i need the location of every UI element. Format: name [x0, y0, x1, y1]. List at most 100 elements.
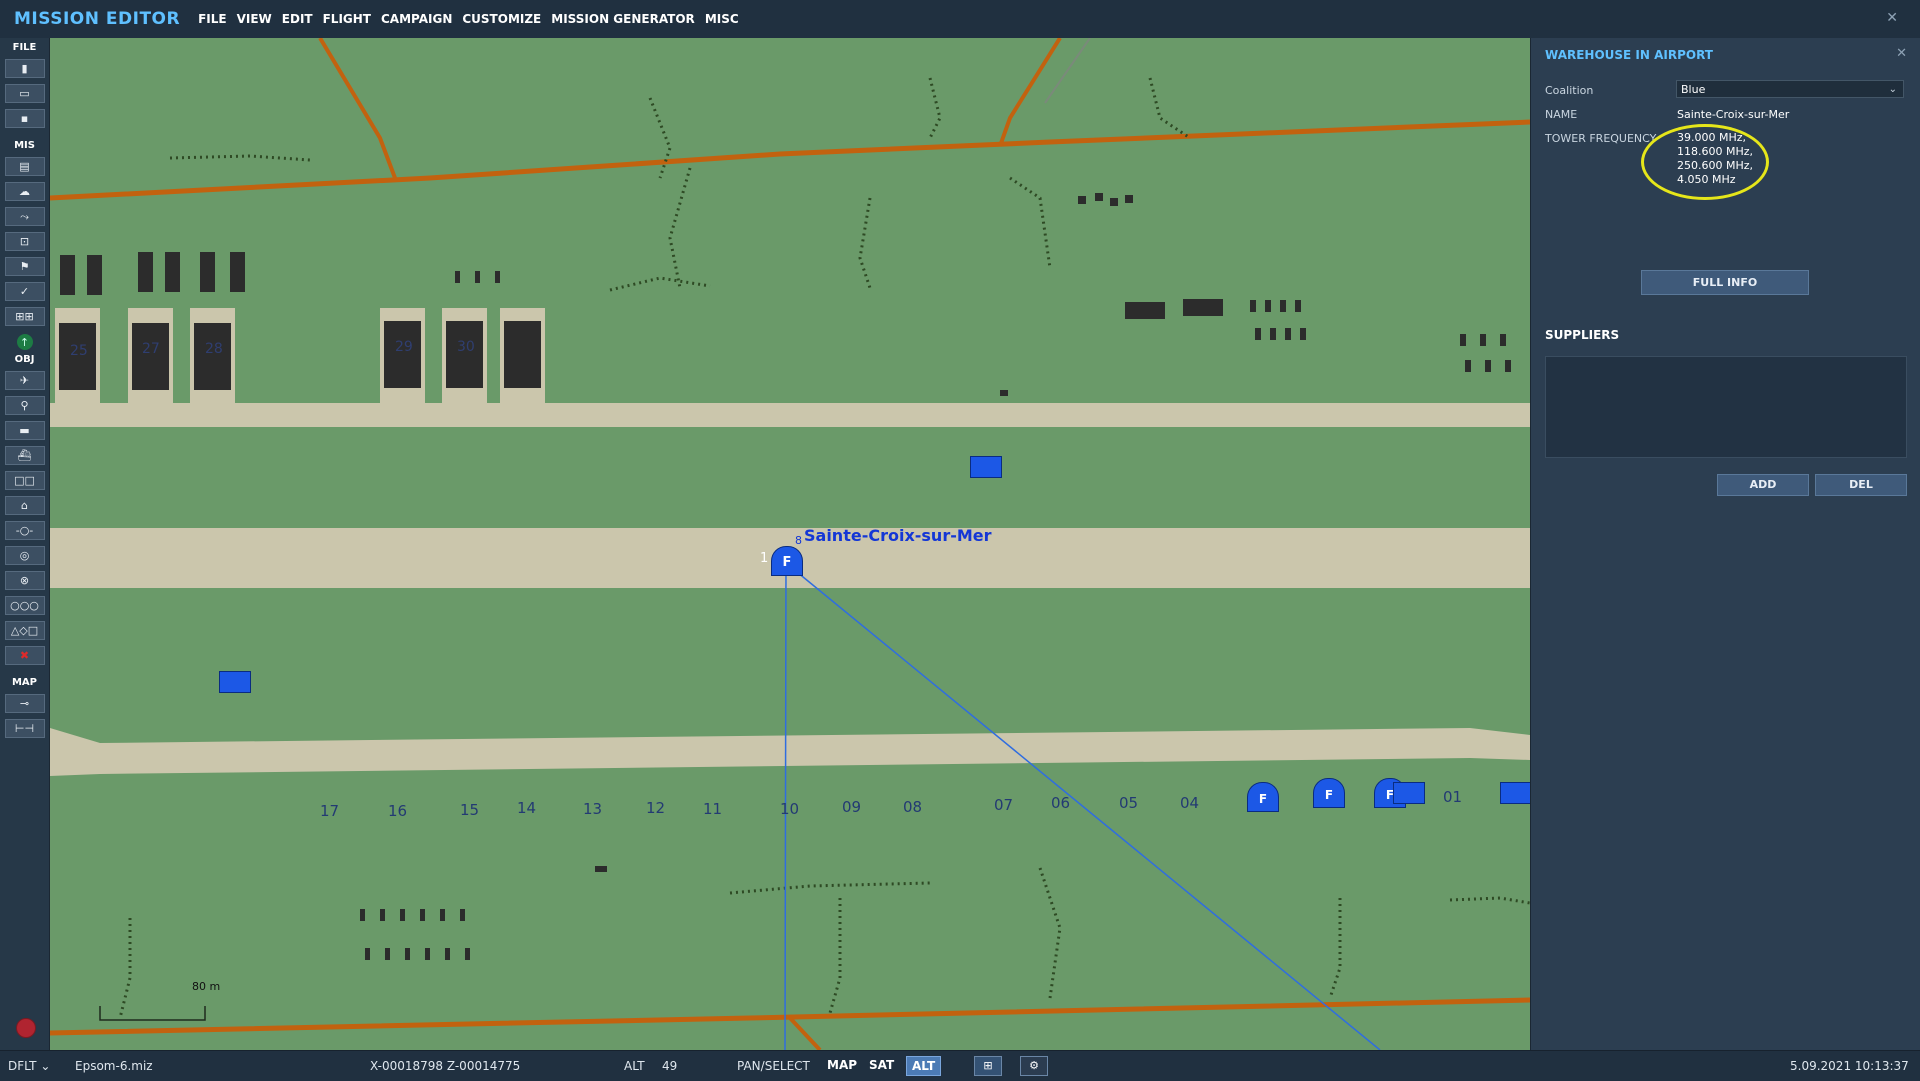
- ruler-button[interactable]: ⊢⊣: [4, 719, 45, 738]
- map-toggle[interactable]: MAP: [822, 1056, 862, 1074]
- menu-flight[interactable]: FLIGHT: [323, 12, 371, 26]
- panel-close-icon[interactable]: ✕: [1896, 46, 1907, 61]
- building: [200, 252, 215, 292]
- menu-view[interactable]: VIEW: [237, 12, 272, 26]
- profile-select[interactable]: DFLT ⌄: [8, 1059, 50, 1073]
- record-icon[interactable]: [16, 1018, 36, 1038]
- parking-marker[interactable]: F: [1247, 782, 1279, 812]
- cursor-coordinates: X-00018798 Z-00014775: [370, 1059, 521, 1073]
- add-ship-button[interactable]: ⛴: [4, 446, 45, 465]
- static-icon: □□: [14, 474, 35, 487]
- add-zone-button[interactable]: -○-: [4, 521, 45, 540]
- suppliers-title: SUPPLIERS: [1545, 328, 1620, 342]
- key-icon: ⊸: [19, 697, 30, 710]
- full-info-button[interactable]: FULL INFO: [1641, 270, 1809, 295]
- menu-file[interactable]: FILE: [198, 12, 227, 26]
- airfield-marker[interactable]: F: [771, 546, 803, 576]
- hangar-number: 30: [457, 339, 475, 355]
- scale-label: 80 m: [192, 980, 221, 993]
- add-ground-unit-button[interactable]: ▬: [4, 421, 45, 440]
- add-supplier-button[interactable]: ADD: [1717, 474, 1809, 496]
- suppliers-list[interactable]: [1545, 356, 1907, 458]
- profile-value: DFLT: [8, 1059, 37, 1073]
- building: [165, 252, 180, 292]
- add-group-button[interactable]: ○○○: [4, 596, 45, 615]
- coalition-label: Coalition: [1545, 84, 1594, 97]
- warehouse-panel: WAREHOUSE IN AIRPORT ✕ Coalition Blue ⌄ …: [1530, 38, 1920, 1050]
- taxiway: [50, 403, 1530, 427]
- hangar-number: 29: [395, 339, 413, 355]
- add-trigger-zone-button[interactable]: ⊗: [4, 571, 45, 590]
- menu-edit[interactable]: EDIT: [282, 12, 313, 26]
- check-icon: ✓: [19, 285, 30, 298]
- add-navpoint-button[interactable]: ◎: [4, 546, 45, 565]
- resources-button[interactable]: ⊞⊞: [4, 307, 45, 326]
- runway-end-label-small: 8: [795, 534, 802, 547]
- new-mission-button[interactable]: ▮: [4, 59, 45, 78]
- hangar-number: 27: [142, 341, 160, 357]
- parking-number: 06: [1051, 794, 1071, 812]
- waypoint-icon: ⤳: [20, 209, 29, 223]
- delete-icon: ✖: [19, 649, 30, 662]
- alt-toggle[interactable]: ALT: [906, 1056, 942, 1076]
- name-label: NAME: [1545, 108, 1578, 121]
- up-arrow-icon[interactable]: ↑: [16, 334, 33, 350]
- coalition-value: Blue: [1681, 83, 1706, 96]
- static-unit-marker[interactable]: [219, 671, 251, 693]
- group-icon: ○○○: [10, 599, 39, 612]
- flag-icon: ⚑: [19, 260, 30, 273]
- trigger-zone-button[interactable]: ⤳: [4, 207, 45, 226]
- map-canvas[interactable]: 25 27 28 29 30 Sainte-Croix-sur-Mer 1 8 …: [50, 38, 1530, 1050]
- road: [998, 38, 1062, 147]
- menu-misc[interactable]: MISC: [705, 12, 739, 26]
- menu-customize[interactable]: CUSTOMIZE: [462, 12, 541, 26]
- cloud-icon: ☁: [19, 185, 30, 198]
- sat-toggle[interactable]: SAT: [864, 1056, 899, 1074]
- weather-button[interactable]: ☁: [4, 182, 45, 201]
- unit-filter-icon[interactable]: ⊞: [974, 1056, 1002, 1076]
- parking-number: 16: [388, 802, 408, 820]
- parking-number: 07: [994, 796, 1014, 814]
- building: [1125, 302, 1165, 319]
- parking-marker[interactable]: F: [1313, 778, 1345, 808]
- parking-number: 10: [780, 800, 800, 818]
- map-options-button[interactable]: ⊸: [4, 694, 45, 713]
- goals-button[interactable]: ⊡: [4, 232, 45, 251]
- helicopter-icon: ⚲: [20, 399, 29, 412]
- parking-number: 08: [903, 798, 923, 816]
- road: [318, 38, 397, 179]
- menu-mission-generator[interactable]: MISSION GENERATOR: [551, 12, 695, 26]
- add-shapes-button[interactable]: △◇□: [4, 621, 45, 640]
- add-template-button[interactable]: ⌂: [4, 496, 45, 515]
- check-button[interactable]: ✓: [4, 282, 45, 301]
- building: [138, 252, 153, 292]
- open-mission-button[interactable]: ▭: [4, 84, 45, 103]
- add-plane-button[interactable]: ✈: [4, 371, 45, 390]
- static-unit-marker[interactable]: [1500, 782, 1530, 804]
- altitude-label: ALT: [624, 1059, 645, 1073]
- top-menu-bar: MISSION EDITOR FILE VIEW EDIT FLIGHT CAM…: [0, 0, 1920, 39]
- briefing-button[interactable]: ▤: [4, 157, 45, 176]
- hangar: [504, 321, 541, 388]
- status-bar: DFLT ⌄ Epsom-6.miz X-00018798 Z-00014775…: [0, 1050, 1920, 1081]
- mission-file-name: Epsom-6.miz: [75, 1059, 153, 1073]
- delete-button[interactable]: ✖: [4, 646, 45, 665]
- save-mission-button[interactable]: ▪: [4, 109, 45, 128]
- menu-campaign[interactable]: CAMPAIGN: [381, 12, 452, 26]
- mode-label: PAN/SELECT: [737, 1059, 810, 1073]
- static-unit-marker[interactable]: [970, 456, 1002, 478]
- road: [50, 119, 1530, 201]
- settings-icon[interactable]: ⚙: [1020, 1056, 1048, 1076]
- delete-supplier-button[interactable]: DEL: [1815, 474, 1907, 496]
- static-unit-marker[interactable]: [1393, 782, 1425, 804]
- triggers-button[interactable]: ⚑: [4, 257, 45, 276]
- parking-number: 14: [517, 799, 537, 817]
- window-close-icon[interactable]: ✕: [1886, 10, 1898, 26]
- parking-number: 01: [1443, 788, 1463, 806]
- building: [230, 252, 245, 292]
- route-line: [785, 562, 1381, 1050]
- add-helicopter-button[interactable]: ⚲: [4, 396, 45, 415]
- coalition-select[interactable]: Blue ⌄: [1676, 80, 1904, 98]
- parking-number: 15: [460, 801, 480, 819]
- add-static-button[interactable]: □□: [4, 471, 45, 490]
